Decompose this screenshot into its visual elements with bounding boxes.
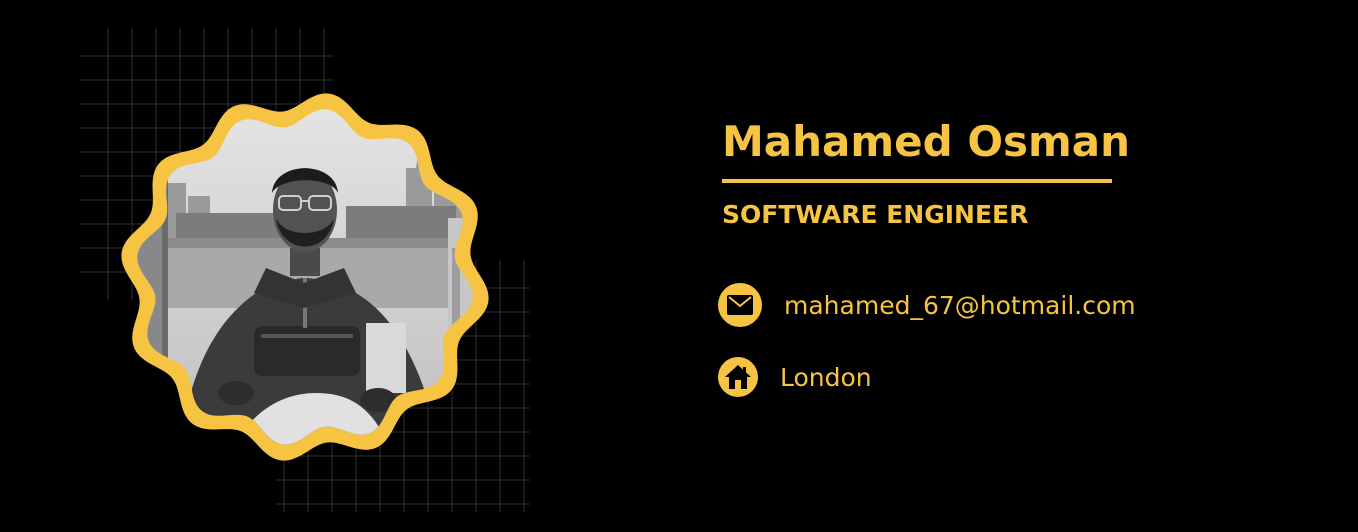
profile-photo (121, 93, 489, 461)
contact-email[interactable]: mahamed_67@hotmail.com (784, 291, 1136, 320)
profile-photo-frame (116, 88, 494, 466)
envelope-icon (718, 283, 762, 327)
profile-title: SOFTWARE ENGINEER (722, 200, 1029, 229)
contact-location-row: London (718, 354, 872, 400)
portrait-image (137, 109, 473, 445)
name-underline (722, 179, 1112, 183)
contact-location: London (780, 362, 872, 392)
profile-name: Mahamed Osman (722, 117, 1131, 166)
home-icon (718, 357, 758, 397)
profile-info: Mahamed Osman SOFTWARE ENGINEER (722, 112, 1242, 229)
contact-email-row[interactable]: mahamed_67@hotmail.com (718, 282, 1136, 328)
